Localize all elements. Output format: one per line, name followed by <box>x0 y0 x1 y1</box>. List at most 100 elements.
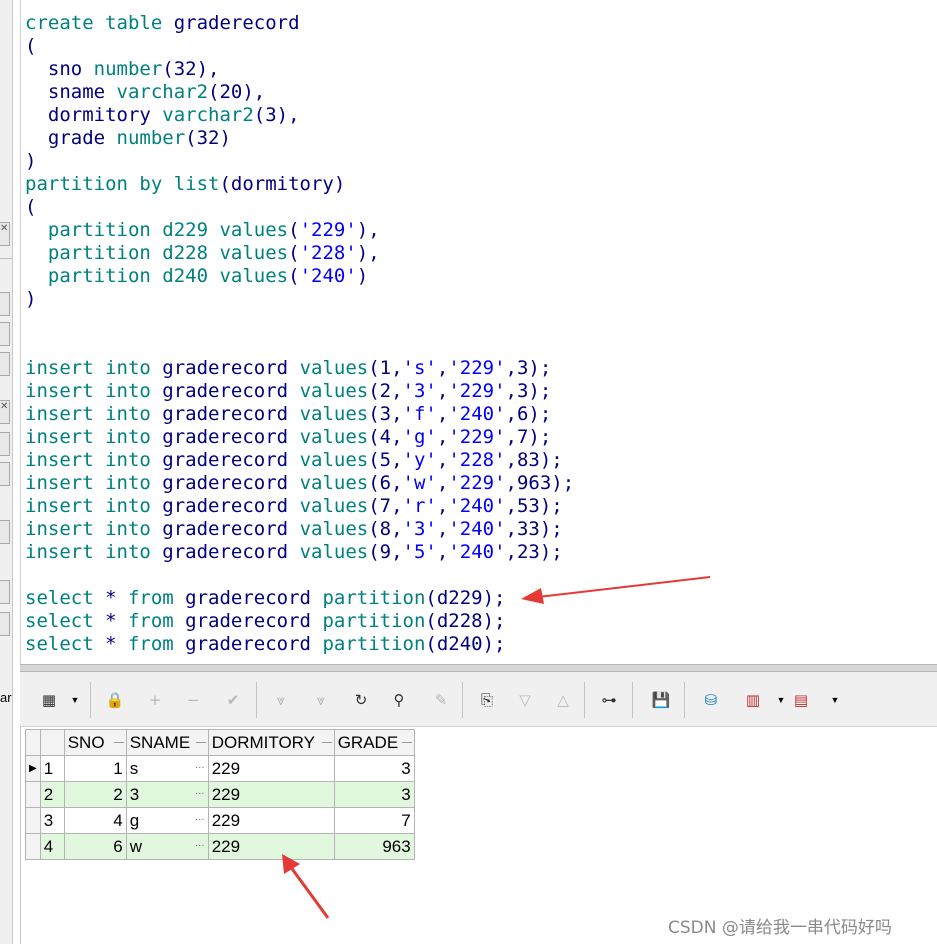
cell-dormitory[interactable]: 229 <box>207 807 335 834</box>
next-page-icon[interactable]: ⩔ <box>270 689 292 711</box>
panel-button[interactable] <box>0 432 10 456</box>
cell-sno[interactable]: 1 <box>63 755 127 782</box>
table-row[interactable]: ▶ 1 1 s… 229 3 <box>25 755 415 782</box>
panel-button[interactable] <box>0 322 10 346</box>
chevron-down-icon[interactable]: ▼ <box>776 690 786 710</box>
column-header-sname[interactable]: SNAME <box>125 729 209 756</box>
cell-sno[interactable]: 6 <box>63 833 127 860</box>
row-number: 4 <box>39 833 65 860</box>
cell-sname[interactable]: 3… <box>125 781 209 808</box>
column-header-grade[interactable]: GRADE <box>333 729 415 756</box>
cell-grade[interactable]: 3 <box>333 781 415 808</box>
code-line[interactable]: insert into graderecord values(1,'s','22… <box>25 357 574 380</box>
column-header-sno[interactable]: SNO <box>63 729 127 756</box>
editor-results-splitter[interactable] <box>20 664 937 672</box>
clear-icon[interactable]: ✎ <box>430 689 452 711</box>
last-page-icon[interactable]: ⩔ <box>310 689 332 711</box>
code-line[interactable]: insert into graderecord values(8,'3','24… <box>25 518 574 541</box>
code-line[interactable] <box>25 311 574 334</box>
panel-button[interactable] <box>0 462 10 486</box>
code-line[interactable]: select * from graderecord partition(d228… <box>25 610 574 633</box>
refresh-icon[interactable]: ↻ <box>350 689 372 711</box>
delete-record-icon[interactable]: − <box>182 689 204 711</box>
sql-code[interactable]: create table graderecord( sno number(32)… <box>25 12 574 656</box>
code-line[interactable]: insert into graderecord values(9,'5','24… <box>25 541 574 564</box>
code-line[interactable]: insert into graderecord values(3,'f','24… <box>25 403 574 426</box>
chart-icon[interactable]: ▥ <box>742 689 764 711</box>
code-token: , <box>436 518 449 540</box>
lock-icon[interactable]: 🔒 <box>104 689 126 711</box>
code-token: (9, <box>368 541 403 563</box>
code-token: '229' <box>448 380 506 402</box>
code-line[interactable] <box>25 334 574 357</box>
cell-editor-button[interactable]: … <box>195 785 205 799</box>
cell-dormitory[interactable]: 229 <box>207 833 335 860</box>
code-token: graderecord <box>162 518 300 540</box>
code-line[interactable]: partition d228 values('228'), <box>25 242 574 265</box>
cell-grade[interactable]: 963 <box>333 833 415 860</box>
code-line[interactable]: select * from graderecord partition(d240… <box>25 633 574 656</box>
cell-editor-button[interactable]: … <box>195 811 205 825</box>
code-line[interactable] <box>25 564 574 587</box>
code-line[interactable]: sname varchar2(20), <box>25 81 574 104</box>
cell-sno[interactable]: 4 <box>63 807 127 834</box>
code-line[interactable]: partition d229 values('229'), <box>25 219 574 242</box>
code-line[interactable]: ) <box>25 150 574 173</box>
cell-sname[interactable]: g… <box>125 807 209 834</box>
panel-button[interactable] <box>0 352 10 376</box>
chevron-down-icon[interactable]: ▼ <box>830 690 840 710</box>
code-line[interactable]: insert into graderecord values(5,'y','22… <box>25 449 574 472</box>
cell-sname[interactable]: w… <box>125 833 209 860</box>
query-by-example-icon[interactable]: ⎘ <box>476 689 498 711</box>
table-row[interactable]: 4 6 w… 229 963 <box>25 833 415 860</box>
post-changes-icon[interactable]: ✔ <box>222 689 244 711</box>
code-line[interactable]: create table graderecord <box>25 12 574 35</box>
export-icon[interactable]: ⛁ <box>700 689 722 711</box>
code-line[interactable]: insert into graderecord values(4,'g','22… <box>25 426 574 449</box>
left-panel-label: ar <box>0 690 12 705</box>
code-line[interactable]: ( <box>25 196 574 219</box>
results-grid: SNO SNAME DORMITORY GRADE ▶ 1 1 s… 229 3… <box>25 729 415 860</box>
row-number: 2 <box>39 781 65 808</box>
code-line[interactable]: insert into graderecord values(6,'w','22… <box>25 472 574 495</box>
add-record-icon[interactable]: + <box>144 689 166 711</box>
code-line[interactable]: insert into graderecord values(2,'3','22… <box>25 380 574 403</box>
code-token: ,7); <box>505 426 552 448</box>
code-line[interactable]: ( <box>25 35 574 58</box>
chevron-down-icon[interactable]: ▼ <box>70 690 80 710</box>
grid-view-icon[interactable]: ▦ <box>38 689 60 711</box>
find-binoculars-icon[interactable]: ⚲ <box>388 689 410 711</box>
code-line[interactable]: grade number(32) <box>25 127 574 150</box>
cell-dormitory[interactable]: 229 <box>207 755 335 782</box>
save-icon[interactable]: 💾 <box>650 689 672 711</box>
panel-button[interactable] <box>0 292 10 316</box>
cell-grade[interactable]: 7 <box>333 807 415 834</box>
filter-up-icon[interactable]: △ <box>552 689 574 711</box>
code-line[interactable]: select * from graderecord partition(d229… <box>25 587 574 610</box>
panel-button[interactable] <box>0 580 10 604</box>
table-red-icon[interactable]: ▤ <box>790 689 812 711</box>
code-line[interactable]: sno number(32), <box>25 58 574 81</box>
cell-dormitory[interactable]: 229 <box>207 781 335 808</box>
code-line[interactable]: ) <box>25 288 574 311</box>
cell-editor-button[interactable]: … <box>195 759 205 773</box>
explain-plan-icon[interactable]: ⊶ <box>598 689 620 711</box>
code-line[interactable]: partition d240 values('240') <box>25 265 574 288</box>
column-header-dormitory[interactable]: DORMITORY <box>207 729 335 756</box>
code-token: from <box>127 610 186 632</box>
code-line[interactable]: partition by list(dormitory) <box>25 173 574 196</box>
close-icon[interactable]: ✕ <box>0 222 10 246</box>
sql-editor[interactable]: create table graderecord( sno number(32)… <box>20 0 937 664</box>
code-line[interactable]: dormitory varchar2(3), <box>25 104 574 127</box>
code-line[interactable]: insert into graderecord values(7,'r','24… <box>25 495 574 518</box>
table-row[interactable]: 3 4 g… 229 7 <box>25 807 415 834</box>
table-row[interactable]: 2 2 3… 229 3 <box>25 781 415 808</box>
panel-button[interactable] <box>0 612 10 636</box>
cell-editor-button[interactable]: … <box>195 837 205 851</box>
close-icon[interactable]: ✕ <box>0 400 10 424</box>
filter-down-icon[interactable]: ▽ <box>514 689 536 711</box>
cell-sno[interactable]: 2 <box>63 781 127 808</box>
cell-grade[interactable]: 3 <box>333 755 415 782</box>
panel-button[interactable] <box>0 520 10 544</box>
cell-sname[interactable]: s… <box>125 755 209 782</box>
